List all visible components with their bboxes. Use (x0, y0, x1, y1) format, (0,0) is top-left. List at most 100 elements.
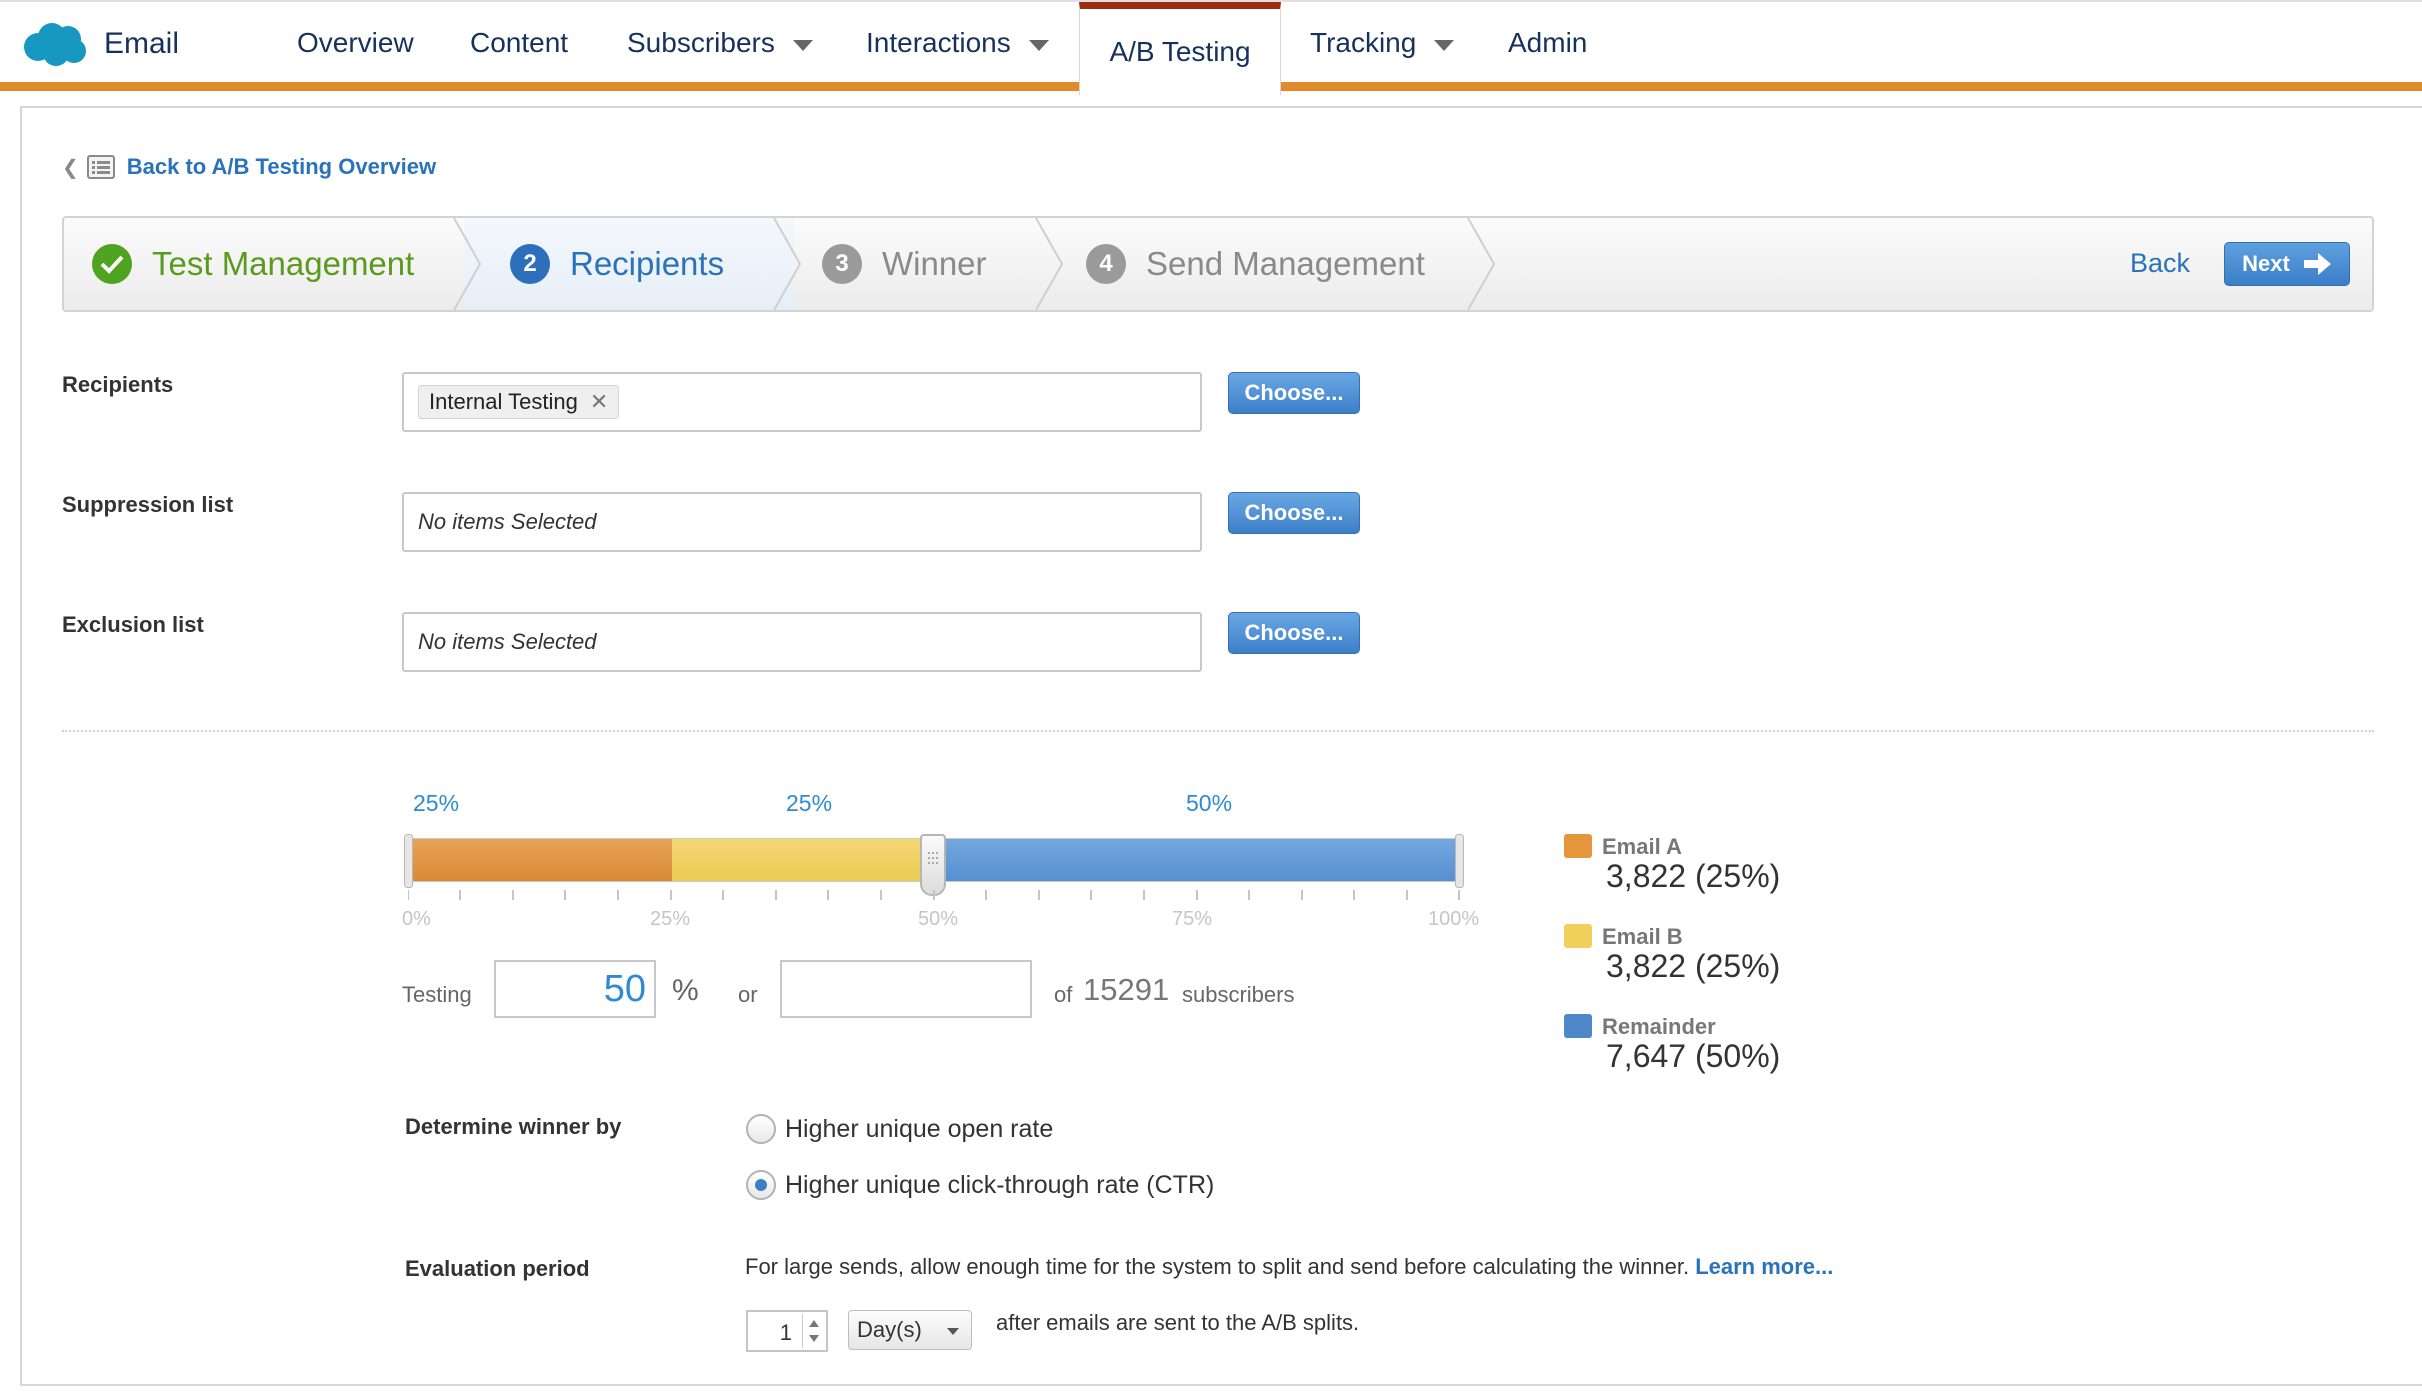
nav-admin-label: Admin (1508, 27, 1588, 58)
step-number: 3 (822, 244, 862, 284)
step-test-management[interactable]: Test Management (92, 218, 414, 310)
nav-overview-label: Overview (297, 27, 414, 58)
next-button[interactable]: Next (2224, 242, 2350, 286)
chevron-down-icon (1434, 39, 1455, 51)
step-winner[interactable]: 3 Winner (822, 218, 987, 310)
evaluation-period-value: 1 (779, 1320, 792, 1345)
next-button-label: Next (2242, 251, 2290, 276)
nav-overview[interactable]: Overview (297, 2, 414, 84)
back-link-label: Back to A/B Testing Overview (126, 154, 437, 179)
ctr-label[interactable]: Higher unique click-through rate (CTR) (785, 1171, 1214, 1200)
step-number: 4 (1086, 244, 1126, 284)
exclusion-list-field[interactable]: No items Selected (402, 612, 1202, 672)
or-label: or (738, 982, 758, 1007)
chevron-left-icon: ❮ (62, 156, 79, 179)
choose-recipients-button[interactable]: Choose... (1228, 372, 1360, 414)
learn-more-link[interactable]: Learn more... (1695, 1254, 1833, 1279)
email-b-segment (671, 839, 934, 881)
slider-drag-handle[interactable] (920, 834, 946, 896)
subscribers-label: subscribers (1182, 982, 1295, 1007)
step-label: Send Management (1146, 245, 1425, 282)
testing-count-input[interactable] (780, 960, 1032, 1018)
recipients-field[interactable]: Internal Testing ✕ (402, 372, 1202, 432)
email-b-legend-name: Email B (1602, 924, 1683, 949)
recipients-label: Recipients (62, 372, 174, 397)
evaluation-after-text: after emails are sent to the A/B splits. (996, 1310, 1360, 1335)
remainder-legend-value: 7,647 (50%) (1606, 1038, 1781, 1074)
scale-label-25: 25% (650, 908, 691, 930)
evaluation-period-label: Evaluation period (405, 1256, 590, 1281)
percent-sign: % (672, 974, 699, 1007)
nav-tracking[interactable]: Tracking (1310, 2, 1455, 84)
slider-start-handle (404, 834, 413, 888)
suppression-list-label: Suppression list (62, 492, 234, 517)
close-icon[interactable]: ✕ (590, 389, 608, 415)
testing-label: Testing (402, 982, 472, 1007)
nav-interactions[interactable]: Interactions (866, 2, 1049, 84)
recipient-tag: Internal Testing ✕ (418, 385, 620, 419)
determine-winner-label: Determine winner by (405, 1114, 622, 1139)
list-icon (86, 155, 115, 179)
evaluation-period-stepper[interactable]: 1 (746, 1310, 828, 1352)
evaluation-unit-value: Day(s) (857, 1317, 922, 1342)
back-to-overview-link[interactable]: ❮ Back to A/B Testing Overview (62, 154, 436, 180)
open-rate-radio[interactable] (746, 1114, 776, 1144)
app-name: Email (104, 27, 180, 60)
nav-subscribers-label: Subscribers (627, 27, 775, 58)
nav-admin[interactable]: Admin (1508, 2, 1587, 84)
nav-content[interactable]: Content (470, 2, 568, 84)
remainder-swatch (1564, 1014, 1592, 1038)
salesforce-cloud-icon (24, 23, 86, 66)
evaluation-unit-select[interactable]: Day(s) (848, 1310, 972, 1350)
section-divider (62, 730, 2374, 732)
arrow-right-icon (2303, 253, 2331, 275)
ctr-radio[interactable] (746, 1170, 776, 1200)
top-navigation: Email Overview Content Subscribers Inter… (0, 0, 2422, 95)
email-a-segment-label: 25% (413, 790, 460, 816)
chevron-down-icon (947, 1328, 959, 1335)
exclusion-list-label: Exclusion list (62, 612, 204, 637)
suppression-list-field[interactable]: No items Selected (402, 492, 1202, 552)
chevron-down-icon (792, 39, 813, 51)
slider-end-handle (1455, 834, 1464, 888)
slider-ticks (408, 890, 1460, 900)
app-brand[interactable]: Email (22, 20, 179, 68)
email-b-swatch (1564, 924, 1592, 948)
nav-tracking-label: Tracking (1310, 27, 1417, 58)
testing-percent-input[interactable]: 50 (494, 960, 656, 1018)
step-label: Winner (882, 245, 987, 282)
step-label: Recipients (570, 245, 725, 282)
stepper-arrows-icon[interactable] (802, 1314, 824, 1348)
step-send-management[interactable]: 4 Send Management (1086, 218, 1425, 310)
open-rate-label[interactable]: Higher unique open rate (785, 1115, 1053, 1144)
remainder-segment-label: 50% (1186, 790, 1233, 816)
step-recipients[interactable]: 2 Recipients (510, 218, 724, 310)
of-label: of (1054, 982, 1073, 1007)
step-label: Test Management (152, 245, 415, 282)
nav-subscribers[interactable]: Subscribers (627, 2, 813, 84)
back-button[interactable]: Back (2130, 248, 2190, 279)
email-b-segment-label: 25% (786, 790, 833, 816)
grip-icon (928, 852, 938, 864)
checkmark-icon (92, 244, 132, 284)
scale-label-75: 75% (1172, 908, 1213, 930)
scale-label-50: 50% (918, 908, 959, 930)
email-a-swatch (1564, 834, 1592, 858)
nav-interactions-label: Interactions (866, 27, 1011, 58)
remainder-segment (934, 839, 1459, 881)
scale-label-100: 100% (1428, 908, 1480, 930)
email-a-legend-value: 3,822 (25%) (1606, 858, 1781, 894)
step-number: 2 (510, 244, 550, 284)
scale-label-0: 0% (402, 908, 431, 930)
choose-exclusion-button[interactable]: Choose... (1228, 612, 1360, 654)
evaluation-description: For large sends, allow enough time for t… (745, 1254, 1833, 1280)
recipient-tag-label: Internal Testing (429, 389, 578, 414)
wizard-steps: Test Management 2 Recipients 3 Winner 4 … (62, 216, 2374, 312)
nav-ab-testing[interactable]: A/B Testing (1079, 2, 1281, 95)
suppression-placeholder: No items Selected (418, 509, 597, 534)
choose-suppression-button[interactable]: Choose... (1228, 492, 1360, 534)
email-b-legend-value: 3,822 (25%) (1606, 948, 1781, 984)
nav-ab-testing-label: A/B Testing (1109, 36, 1251, 67)
chevron-down-icon (1028, 39, 1049, 51)
total-subscribers: 15291 (1083, 972, 1170, 1007)
